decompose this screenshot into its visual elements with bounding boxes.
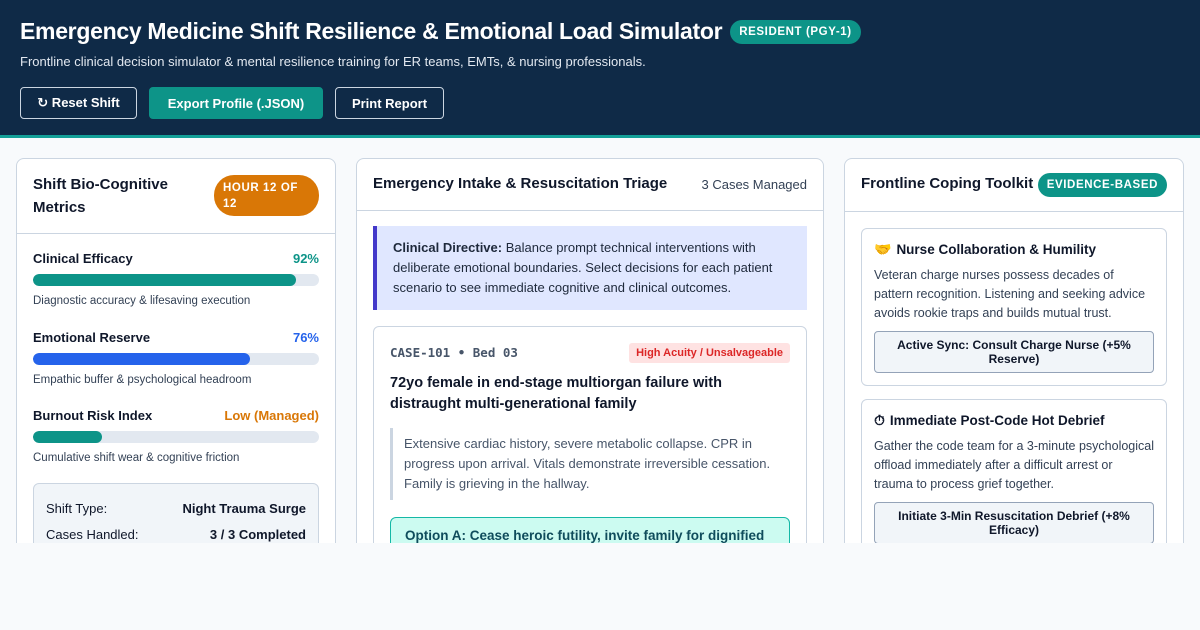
toolkit-card: Frontline Coping Toolkit EVIDENCE-BASED …	[844, 158, 1184, 543]
metric-label: Clinical Efficacy	[33, 251, 133, 266]
tool-hot-debrief: ⏱ Immediate Post-Code Hot Debrief Gather…	[861, 399, 1167, 543]
metric-description: Empathic buffer & psychological headroom	[33, 374, 252, 386]
triage-card-header: Emergency Intake & Resuscitation Triage …	[357, 159, 823, 211]
option-a-button[interactable]: Option A: Cease heroic futility, invite …	[390, 517, 790, 543]
role-badge: RESIDENT (PGY-1)	[730, 19, 861, 44]
directive-label: Clinical Directive:	[393, 240, 503, 255]
metric-description: Diagnostic accuracy & lifesaving executi…	[33, 295, 251, 307]
metric-value: 92%	[292, 251, 319, 266]
metric-bar	[33, 353, 319, 365]
metric-label: Burnout Risk Index	[33, 408, 153, 423]
handshake-icon: 🤝	[874, 241, 892, 257]
triage-card: Emergency Intake & Resuscitation Triage …	[356, 158, 824, 543]
export-profile-button[interactable]: Export Profile (.JSON)	[149, 87, 323, 119]
metric-bar	[33, 431, 319, 443]
metric-value: Low (Managed)	[224, 408, 319, 423]
case-title: 72yo female in end-stage multiorgan fail…	[390, 375, 722, 412]
acuity-badge: High Acuity / Unsalvageable	[629, 343, 790, 363]
tool-title-text: Immediate Post-Code Hot Debrief	[889, 413, 1105, 428]
initiate-debrief-button[interactable]: Initiate 3-Min Resuscitation Debrief (+8…	[874, 502, 1154, 543]
metric-bar	[33, 274, 319, 286]
clinical-directive: Clinical Directive: Balance prompt techn…	[373, 226, 807, 310]
case-description: Extensive cardiac history, severe metabo…	[390, 428, 790, 500]
shift-info-box: Shift Type: Night Trauma Surge Cases Han…	[33, 483, 319, 543]
evidence-based-badge: EVIDENCE-BASED	[1037, 173, 1167, 197]
case-id: CASE-101 • Bed 03	[390, 345, 518, 360]
tool-description: Gather the code team for a 3-minute psyc…	[874, 439, 1155, 491]
info-row-cases-handled: Cases Handled: 3 / 3 Completed	[46, 527, 306, 542]
print-report-button[interactable]: Print Report	[335, 87, 444, 119]
page-title: Emergency Medicine Shift Resilience & Em…	[20, 18, 723, 44]
toolkit-card-header: Frontline Coping Toolkit EVIDENCE-BASED	[845, 159, 1183, 212]
case-card: CASE-101 • Bed 03 High Acuity / Unsalvag…	[373, 326, 807, 543]
info-value: 3 / 3 Completed	[209, 527, 306, 542]
title-row: Emergency Medicine Shift Resilience & Em…	[20, 18, 861, 45]
metric-burnout-risk: Burnout Risk Index Low (Managed) Cumulat…	[33, 408, 319, 464]
hour-badge: HOUR 12 OF 12	[214, 175, 319, 216]
header-actions: ↻ Reset Shift Export Profile (.JSON) Pri…	[20, 87, 456, 119]
metric-clinical-efficacy: Clinical Efficacy 92% Diagnostic accurac…	[33, 251, 319, 307]
metrics-card-header: Shift Bio-Cognitive Metrics HOUR 12 OF 1…	[17, 159, 335, 234]
metric-bar-fill	[33, 353, 251, 365]
tool-title-text: Nurse Collaboration & Humility	[896, 242, 1096, 257]
info-row-shift-type: Shift Type: Night Trauma Surge	[46, 501, 306, 516]
content-area: Shift Bio-Cognitive Metrics HOUR 12 OF 1…	[0, 138, 1200, 543]
consult-charge-nurse-button[interactable]: Active Sync: Consult Charge Nurse (+5% R…	[874, 331, 1154, 373]
metric-label: Emotional Reserve	[33, 330, 151, 345]
stopwatch-icon: ⏱	[874, 412, 885, 428]
metric-bar-fill	[33, 431, 102, 443]
info-value: Night Trauma Surge	[182, 501, 306, 516]
metrics-card-title: Shift Bio-Cognitive Metrics	[33, 176, 168, 216]
info-label: Cases Handled:	[46, 527, 139, 542]
reset-shift-button[interactable]: ↻ Reset Shift	[20, 87, 137, 119]
info-label: Shift Type:	[46, 501, 108, 516]
metric-description: Cumulative shift wear & cognitive fricti…	[33, 452, 240, 464]
triage-card-title: Emergency Intake & Resuscitation Triage	[373, 175, 668, 192]
tool-title: 🤝 Nurse Collaboration & Humility	[874, 241, 1154, 258]
toolkit-card-title: Frontline Coping Toolkit	[861, 175, 1034, 192]
tool-nurse-collaboration: 🤝 Nurse Collaboration & Humility Veteran…	[861, 228, 1167, 386]
app-header: Emergency Medicine Shift Resilience & Em…	[0, 0, 1200, 138]
tool-title: ⏱ Immediate Post-Code Hot Debrief	[874, 412, 1154, 429]
tool-description: Veteran charge nurses possess decades of…	[874, 268, 1146, 320]
metrics-card: Shift Bio-Cognitive Metrics HOUR 12 OF 1…	[16, 158, 336, 543]
metric-emotional-reserve: Emotional Reserve 76% Empathic buffer & …	[33, 330, 319, 386]
page-subtitle: Frontline clinical decision simulator & …	[20, 54, 646, 69]
metric-bar-fill	[33, 274, 297, 286]
metric-value: 76%	[292, 330, 319, 345]
cases-managed-count: 3 Cases Managed	[701, 177, 807, 192]
